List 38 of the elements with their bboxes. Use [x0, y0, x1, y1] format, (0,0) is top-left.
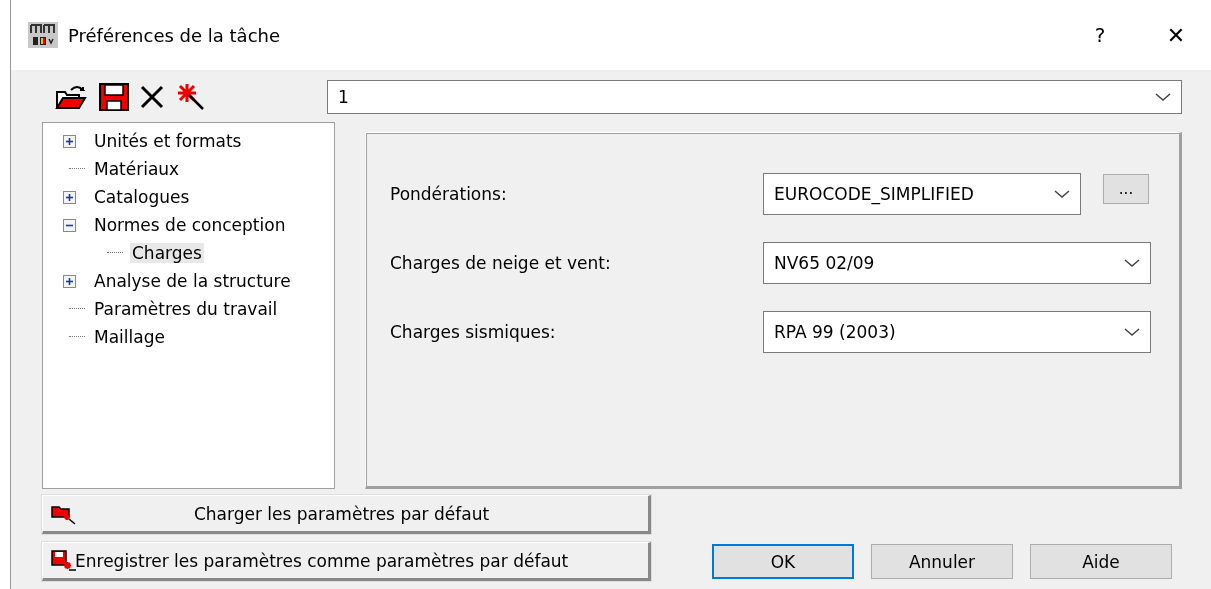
app-icon	[28, 22, 58, 48]
expander-icon[interactable]	[63, 274, 78, 288]
open-folder-icon[interactable]	[55, 84, 89, 110]
setting-label: Pondérations:	[390, 184, 508, 204]
close-button[interactable]: ✕	[1153, 15, 1199, 55]
tree-item[interactable]: Unités et formats	[92, 131, 244, 151]
setting-label: Charges sismiques:	[390, 322, 557, 342]
expander-icon[interactable]	[63, 218, 78, 232]
chevron-down-icon	[1155, 92, 1171, 102]
setting-dropdown[interactable]: EUROCODE_SIMPLIFIED	[763, 173, 1081, 215]
expander-icon[interactable]	[63, 134, 78, 148]
preset-dropdown[interactable]: 1	[327, 80, 1182, 114]
setting-dropdown[interactable]: NV65 02/09	[763, 242, 1151, 284]
setting-dropdown[interactable]: RPA 99 (2003)	[763, 311, 1151, 353]
save-icon[interactable]	[99, 83, 129, 111]
delete-icon[interactable]	[139, 84, 165, 110]
window-title: Préférences de la tâche	[68, 24, 281, 46]
tree-item[interactable]: Catalogues	[92, 187, 192, 207]
dialog-button[interactable]: Aide	[1030, 544, 1172, 579]
chevron-down-icon	[1124, 327, 1140, 337]
expander-icon[interactable]	[63, 190, 78, 204]
tree-item[interactable]: Matériaux	[92, 159, 182, 179]
chevron-down-icon	[1124, 258, 1140, 268]
tree-item[interactable]: Paramètres du travail	[92, 299, 280, 319]
save-icon	[51, 549, 77, 572]
magic-wand-icon[interactable]	[175, 83, 205, 111]
help-button[interactable]: ?	[1077, 15, 1123, 55]
save-defaults-button[interactable]: Enregistrer les paramètres comme paramètres par défaut	[42, 542, 651, 581]
tree-item[interactable]: Normes de conception	[92, 215, 288, 235]
tree-item[interactable]: Analyse de la structure	[92, 271, 293, 291]
browse-button[interactable]: ...	[1103, 174, 1149, 204]
dialog-button[interactable]: Annuler	[871, 544, 1013, 579]
setting-label: Charges de neige et vent:	[390, 253, 612, 273]
tree-item[interactable]: Charges	[130, 243, 204, 263]
dialog-button[interactable]: OK	[712, 544, 854, 579]
load-defaults-button[interactable]: Charger les paramètres par défaut	[42, 495, 651, 534]
tree-item[interactable]: Maillage	[92, 327, 167, 347]
chevron-down-icon	[1054, 189, 1070, 199]
